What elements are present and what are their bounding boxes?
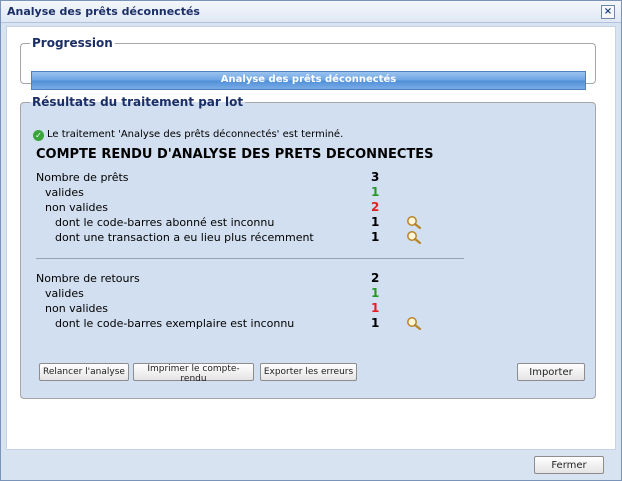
progression-legend: Progression: [32, 36, 113, 50]
magnifier-icon[interactable]: [406, 230, 422, 244]
returns-detail-label: dont le code-barres exemplaire est incon…: [55, 317, 295, 330]
loans-detail-value: 1: [371, 230, 380, 244]
status-message: Le traitement 'Analyse des prêts déconne…: [47, 129, 344, 140]
report-title: COMPTE RENDU D'ANALYSE DES PRETS DECONNE…: [36, 147, 434, 162]
export-errors-button[interactable]: Exporter les erreurs: [260, 363, 357, 381]
loans-detail-value: 1: [371, 215, 380, 229]
dialog-content: Progression Analyse des prêts déconnecté…: [6, 26, 616, 450]
dialog-window: Analyse des prêts déconnectés × Progress…: [0, 0, 622, 481]
section-divider: [36, 258, 464, 259]
returns-invalid-label: non valides: [45, 302, 109, 315]
progression-group: Progression Analyse des prêts déconnecté…: [20, 36, 596, 90]
progress-bar: Analyse des prêts déconnectés: [31, 71, 586, 90]
returns-detail-value: 1: [371, 316, 380, 330]
loans-valid-value: 1: [371, 185, 380, 199]
rerun-analysis-button[interactable]: Relancer l'analyse: [39, 363, 129, 381]
loans-invalid-row: non valides: [45, 201, 108, 214]
status-message-row: ✓ Le traitement 'Analyse des prêts déconn…: [33, 129, 343, 141]
returns-invalid-row: non valides: [45, 302, 108, 315]
close-button[interactable]: Fermer: [534, 456, 604, 474]
results-legend: Résultats du traitement par lot: [32, 95, 244, 109]
returns-invalid-value: 1: [371, 301, 380, 315]
title-bar[interactable]: Analyse des prêts déconnectés ×: [1, 1, 621, 23]
progress-bar-label: Analyse des prêts déconnectés: [220, 74, 397, 85]
loans-detail-label: dont le code-barres abonné est inconnu: [55, 216, 275, 229]
loans-total-label: Nombre de prêts: [36, 171, 129, 184]
window-title: Analyse des prêts déconnectés: [7, 5, 200, 18]
loans-invalid-label: non valides: [45, 201, 109, 214]
loans-detail-row: dont le code-barres abonné est inconnu: [55, 216, 274, 229]
returns-valid-value: 1: [371, 286, 380, 300]
returns-detail-row: dont le code-barres exemplaire est incon…: [55, 317, 294, 330]
loans-total-value: 3: [371, 170, 380, 184]
loans-detail-row: dont une transaction a eu lieu plus réce…: [55, 231, 314, 244]
check-circle-icon: ✓: [33, 130, 44, 141]
close-icon[interactable]: ×: [601, 5, 615, 19]
magnifier-icon[interactable]: [406, 215, 422, 229]
returns-total-value: 2: [371, 271, 380, 285]
loans-invalid-value: 2: [371, 200, 380, 214]
returns-total-label: Nombre de retours: [36, 272, 140, 285]
returns-valid-label: valides: [45, 287, 84, 300]
print-report-button[interactable]: Imprimer le compte-rendu: [133, 363, 254, 384]
import-button[interactable]: Importer: [517, 363, 585, 381]
returns-valid-row: valides: [45, 287, 84, 300]
returns-total-row: Nombre de retours: [36, 272, 140, 285]
results-group: Résultats du traitement par lot ✓ Le trai…: [20, 95, 596, 399]
loans-valid-row: valides: [45, 186, 84, 199]
loans-total-row: Nombre de prêts: [36, 171, 129, 184]
loans-valid-label: valides: [45, 186, 84, 199]
magnifier-icon[interactable]: [406, 316, 422, 330]
loans-detail-label: dont une transaction a eu lieu plus réce…: [55, 231, 314, 244]
